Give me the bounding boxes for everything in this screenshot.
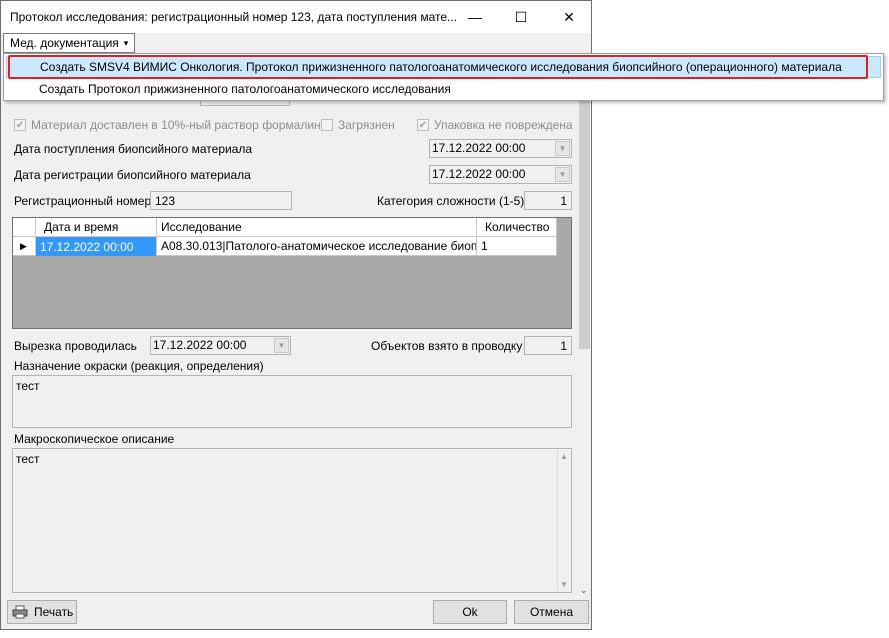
grid-corner xyxy=(13,218,36,237)
scroll-down-icon[interactable]: ▼ xyxy=(560,580,568,589)
scroll-down-icon[interactable]: ⌄ xyxy=(580,585,588,596)
chevron-down-icon: ▾ xyxy=(123,37,129,48)
objects-field[interactable]: 1 xyxy=(524,336,572,355)
printer-icon xyxy=(12,605,28,619)
contaminated-checkbox-box xyxy=(321,119,333,131)
registration-date-label: Дата регистрации биопсийного материала xyxy=(14,168,251,182)
dropdown-arrow-icon[interactable]: ▼ xyxy=(274,338,289,353)
package-checkbox[interactable]: ✔ Упаковка не повреждена xyxy=(417,118,573,132)
reg-number-label: Регистрационный номер xyxy=(14,194,152,208)
cutting-date-value: 17.12.2022 00:00 xyxy=(153,338,247,352)
package-checkbox-box: ✔ xyxy=(417,119,429,131)
formalin-checkbox[interactable]: ✔ Материал доставлен в 10%-ный раствор ф… xyxy=(14,118,327,132)
print-button-label: Печать xyxy=(34,605,74,619)
receipt-date-label: Дата поступления биопсийного материала xyxy=(14,142,253,156)
med-docs-menu-button[interactable]: Мед. документация ▾ xyxy=(3,33,136,53)
study-grid: Дата и время Исследование Количество ▶ 1… xyxy=(12,217,572,329)
window-title: Протокол исследования: регистрационный н… xyxy=(10,10,458,24)
contaminated-checkbox[interactable]: Загрязнен xyxy=(321,118,395,132)
receipt-date-field[interactable]: 17.12.2022 00:00 ▼ xyxy=(429,139,572,158)
grid-cell-study[interactable]: A08.30.013|Патолого-анатомическое исслед… xyxy=(157,237,477,256)
minimize-button[interactable]: — xyxy=(452,1,498,33)
cutting-label: Вырезка проводилась xyxy=(14,339,137,353)
row-selector-icon[interactable]: ▶ xyxy=(13,237,36,256)
maximize-icon: ☐ xyxy=(514,8,528,25)
grid-header-datetime[interactable]: Дата и время xyxy=(36,218,157,237)
med-docs-menu-label: Мед. документация xyxy=(10,36,119,50)
formalin-checkbox-box: ✔ xyxy=(14,119,26,131)
macro-scrollbar[interactable]: ▲ ▼ xyxy=(557,450,571,591)
maximize-button[interactable]: ☐ xyxy=(498,1,544,33)
complexity-field[interactable]: 1 xyxy=(524,191,572,210)
objects-label: Объектов взято в проводку xyxy=(371,339,523,353)
title-bar: Протокол исследования: регистрационный н… xyxy=(1,1,591,33)
highlight-box xyxy=(8,55,868,79)
registration-date-field[interactable]: 17.12.2022 00:00 ▼ xyxy=(429,165,572,184)
close-button[interactable]: ✕ xyxy=(546,1,592,33)
menu-item-create-protocol[interactable]: Создать Протокол прижизненного патологоа… xyxy=(6,78,881,100)
close-icon: ✕ xyxy=(563,8,575,25)
grid-header-study[interactable]: Исследование xyxy=(157,218,477,237)
grid-header-qty[interactable]: Количество xyxy=(477,218,557,237)
contaminated-checkbox-label: Загрязнен xyxy=(338,118,395,132)
minimize-icon: — xyxy=(468,9,482,25)
cancel-button[interactable]: Отмена xyxy=(514,600,589,624)
macro-label: Макроскопическое описание xyxy=(14,432,175,446)
grid-cell-datetime[interactable]: 17.12.2022 00:00 xyxy=(36,237,157,256)
dropdown-arrow-icon[interactable]: ▼ xyxy=(555,167,570,182)
form-scrollbar[interactable]: ⌄ xyxy=(578,86,591,596)
receipt-date-value: 17.12.2022 00:00 xyxy=(432,141,526,155)
scroll-up-icon[interactable]: ▲ xyxy=(560,452,568,461)
package-checkbox-label: Упаковка не повреждена xyxy=(434,118,573,132)
grid-cell-qty[interactable]: 1 xyxy=(477,237,557,256)
dropdown-arrow-icon[interactable]: ▼ xyxy=(555,141,570,156)
ok-button[interactable]: Ok xyxy=(433,600,507,624)
staining-label: Назначение окраски (реакция, определения… xyxy=(14,359,264,373)
cutting-date-field[interactable]: 17.12.2022 00:00 ▼ xyxy=(150,336,291,355)
scroll-thumb[interactable] xyxy=(579,94,590,349)
formalin-checkbox-label: Материал доставлен в 10%-ный раствор фор… xyxy=(31,118,328,132)
reg-number-field[interactable]: 123 xyxy=(150,191,292,210)
staining-textarea[interactable]: тест xyxy=(12,375,572,428)
registration-date-value: 17.12.2022 00:00 xyxy=(432,167,526,181)
macro-textarea[interactable]: тест xyxy=(12,448,572,593)
print-button[interactable]: Печать xyxy=(7,600,77,624)
complexity-label: Категория сложности (1-5) xyxy=(377,194,525,208)
